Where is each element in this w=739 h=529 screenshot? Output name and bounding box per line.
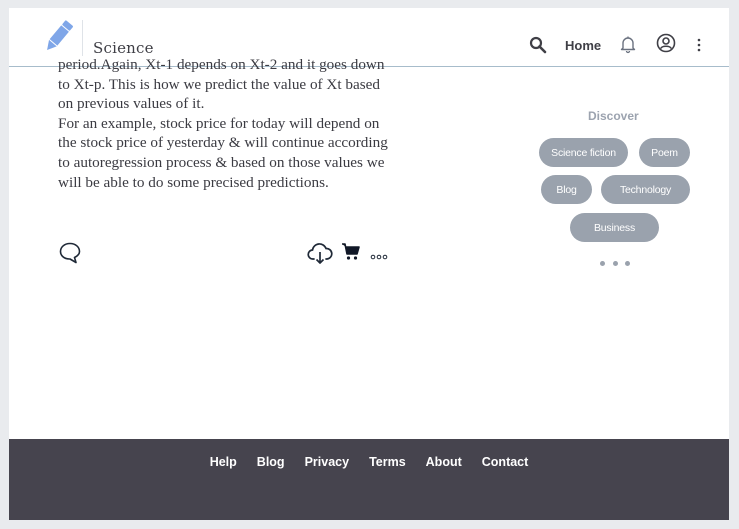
cart-icon[interactable] [341,242,361,262]
home-link[interactable]: Home [565,38,601,53]
article-paragraph: For an example, stock price for today wi… [58,114,388,191]
comment-icon[interactable] [58,241,82,265]
logo-divider [82,20,83,56]
footer-link-about[interactable]: About [426,455,462,469]
download-icon[interactable] [307,242,333,266]
tag-poem[interactable]: Poem [639,138,690,167]
page: Science Home period.Again, Xt-1 depends … [9,8,729,520]
pencil-logo-icon[interactable] [39,18,77,56]
search-icon[interactable] [528,35,548,55]
tag-technology[interactable]: Technology [601,175,690,204]
footer-nav: Help Blog Privacy Terms About Contact [9,455,729,469]
discover-more-icon[interactable] [600,261,630,269]
kebab-menu-icon[interactable] [689,35,709,55]
footer-link-contact[interactable]: Contact [482,455,529,469]
discover-title: Discover [588,109,639,123]
dot [612,261,618,266]
footer-link-blog[interactable]: Blog [257,455,285,469]
footer: Help Blog Privacy Terms About Contact [9,439,729,520]
article-body: period.Again, Xt-1 depends on Xt-2 and i… [58,55,398,225]
footer-link-terms[interactable]: Terms [369,455,406,469]
tag-blog[interactable]: Blog [541,175,592,204]
article-paragraph: period.Again, Xt-1 depends on Xt-2 and i… [58,56,385,113]
footer-link-help[interactable]: Help [210,455,237,469]
dot [600,261,605,266]
tag-business[interactable]: Business [570,213,659,242]
footer-link-privacy[interactable]: Privacy [305,455,349,469]
user-circle-icon[interactable] [656,33,676,53]
tag-science-fiction[interactable]: Science fiction [539,138,628,167]
bell-icon[interactable] [618,34,638,54]
dot [625,261,630,266]
more-icon[interactable] [370,252,388,262]
